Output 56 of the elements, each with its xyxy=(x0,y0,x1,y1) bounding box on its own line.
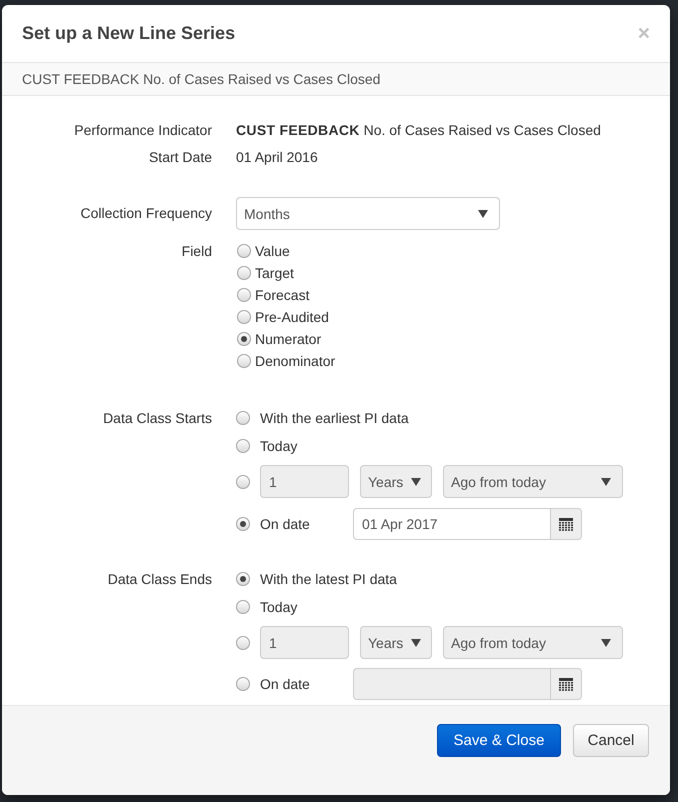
radio-label[interactable]: Value xyxy=(255,243,290,259)
number-field[interactable]: 1 xyxy=(260,626,349,659)
radio-button[interactable] xyxy=(237,310,251,324)
radio-button[interactable] xyxy=(236,677,250,691)
radio-button[interactable] xyxy=(237,288,251,302)
frequency-dropdown[interactable]: Months xyxy=(236,197,500,230)
series-subtitle: CUST FEEDBACK No. of Cases Raised vs Cases Closed xyxy=(22,71,380,87)
radio-label[interactable]: On date xyxy=(260,676,310,692)
cancel-button[interactable]: Cancel xyxy=(573,724,649,757)
radio-label[interactable]: Denominator xyxy=(255,353,336,369)
caret-icon xyxy=(601,638,611,646)
radio-button[interactable] xyxy=(237,354,251,368)
field-label: Data Class Starts xyxy=(103,409,212,428)
field-label: Data Class Ends xyxy=(108,570,212,589)
unit-dropdown[interactable]: Years xyxy=(360,626,432,659)
detail-value: 01 April 2016 xyxy=(236,148,318,167)
radio-button[interactable] xyxy=(236,474,250,488)
calendar-icon xyxy=(559,678,573,690)
radio-label[interactable]: Today xyxy=(260,438,298,454)
radio-label[interactable]: On date xyxy=(260,516,310,532)
radio-label[interactable]: Forecast xyxy=(255,287,310,303)
date-field[interactable] xyxy=(353,668,550,700)
dialog-title: Set up a New Line Series xyxy=(22,22,236,45)
radio-button[interactable] xyxy=(236,600,250,614)
number-field[interactable]: 1 xyxy=(260,465,349,498)
calendar-button[interactable] xyxy=(550,508,582,540)
direction-dropdown[interactable]: Ago from today xyxy=(443,465,623,498)
caret-icon xyxy=(478,210,488,218)
radio-button[interactable] xyxy=(237,244,251,258)
detail-value: CUST FEEDBACK No. of Cases Raised vs Cases Closed xyxy=(236,121,601,140)
caret-icon xyxy=(601,478,611,486)
radio-button[interactable] xyxy=(237,332,251,346)
radio-button[interactable] xyxy=(236,572,250,586)
radio-label[interactable]: With the latest PI data xyxy=(260,571,397,587)
caret-icon xyxy=(411,478,422,486)
save-button[interactable]: Save & Close xyxy=(437,724,561,757)
calendar-icon xyxy=(559,518,573,530)
radio-button[interactable] xyxy=(236,517,250,531)
caret-icon xyxy=(411,638,422,646)
direction-dropdown[interactable]: Ago from today xyxy=(443,626,623,659)
radio-button[interactable] xyxy=(236,439,250,453)
unit-dropdown[interactable]: Years xyxy=(360,465,432,498)
calendar-button[interactable] xyxy=(550,668,582,700)
radio-button[interactable] xyxy=(237,266,251,280)
radio-label[interactable]: Numerator xyxy=(255,331,322,347)
radio-label[interactable]: With the earliest PI data xyxy=(260,410,409,426)
date-field[interactable]: 01 Apr 2017 xyxy=(353,508,550,540)
radio-button[interactable] xyxy=(236,636,250,650)
radio-label[interactable]: Today xyxy=(260,599,298,615)
field-label: Field xyxy=(182,242,212,261)
field-label: Performance Indicator xyxy=(74,121,212,140)
radio-label[interactable]: Pre-Audited xyxy=(255,309,329,325)
field-label: Start Date xyxy=(148,148,212,167)
field-label: Collection Frequency xyxy=(80,204,212,223)
radio-button[interactable] xyxy=(236,411,250,425)
radio-label[interactable]: Target xyxy=(255,265,294,281)
